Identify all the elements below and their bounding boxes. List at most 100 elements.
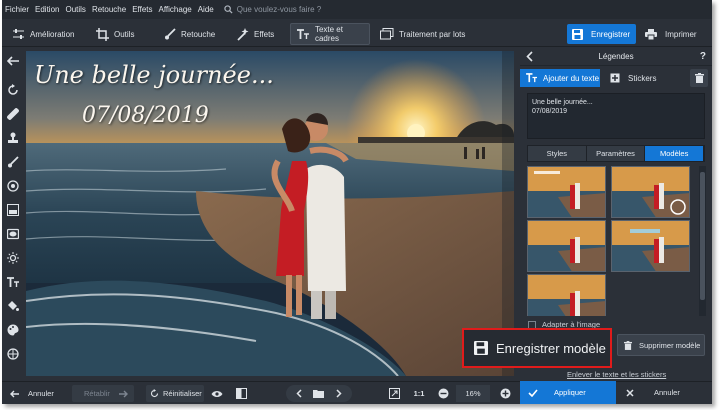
template-thumbnail[interactable] [611, 220, 690, 272]
folder-icon[interactable] [313, 389, 325, 398]
left-tool-strip [2, 48, 24, 378]
undo-label: Annuler [28, 389, 54, 398]
gallery-scrollbar[interactable] [699, 166, 706, 316]
reset-button[interactable]: Réinitialiser [146, 385, 204, 402]
template-thumbnail[interactable] [527, 274, 606, 316]
delete-model-button[interactable]: Supprimer modèle [617, 334, 705, 356]
search-icon [224, 5, 233, 14]
rotate-icon[interactable] [5, 82, 21, 98]
batch-icon [380, 28, 394, 40]
back-arrow-icon[interactable] [5, 53, 21, 69]
tab-traitement-label: Traitement par lots [399, 29, 466, 39]
tab-outils[interactable]: Outils [90, 23, 152, 45]
template-thumbnail[interactable] [527, 166, 606, 218]
compass-icon[interactable] [5, 346, 21, 362]
tab-effets[interactable]: Effets [230, 23, 286, 45]
tab-amelioration[interactable]: Amélioration [6, 23, 84, 45]
crop-icon [96, 27, 109, 41]
photo-canvas[interactable]: Une belle journée... 07/08/2019 [26, 51, 514, 376]
search-input[interactable]: Que voulez-vous faire ? [224, 5, 321, 14]
menu-edition[interactable]: Edition [35, 5, 59, 14]
trash-icon [624, 340, 632, 350]
panel-header: Légendes ? [520, 48, 712, 66]
save-model-button[interactable]: Enregistrer modèle [462, 328, 612, 368]
compare-icon [235, 388, 247, 399]
tab-stickers-label: Stickers [628, 73, 657, 83]
preview-eye-button[interactable] [208, 385, 226, 402]
tab-texte-label: Texte et cadres [314, 25, 343, 43]
cancel-label: Annuler [654, 388, 680, 397]
sun-icon[interactable] [5, 250, 21, 266]
subtab-parametres[interactable]: Paramètres [587, 146, 646, 161]
zoom-out-button[interactable] [434, 385, 452, 402]
palette-icon[interactable] [5, 322, 21, 338]
brush-icon [165, 28, 176, 40]
compare-button[interactable] [232, 385, 250, 402]
magic-wand-icon [237, 27, 249, 41]
menu-aide[interactable]: Aide [198, 5, 214, 14]
template-thumbnail[interactable] [611, 166, 690, 218]
caption-line-2[interactable]: 07/08/2019 [82, 103, 209, 128]
target-icon[interactable] [5, 178, 21, 194]
brush-icon[interactable] [5, 154, 21, 170]
undo-icon [10, 390, 19, 397]
template-gallery [527, 166, 697, 316]
chevron-right-icon[interactable] [336, 389, 342, 398]
gradient-icon[interactable] [5, 202, 21, 218]
save-model-label: Enregistrer modèle [496, 340, 606, 356]
menu-effets[interactable]: Effets [132, 5, 152, 14]
zoom-in-button[interactable] [496, 385, 514, 402]
template-thumbnail[interactable] [527, 220, 606, 272]
bucket-icon[interactable] [5, 298, 21, 314]
eye-icon [211, 390, 223, 397]
tab-effets-label: Effets [254, 29, 275, 39]
actual-size-button[interactable]: 1:1 [410, 385, 428, 402]
menu-bar: Fichier Edition Outils Retouche Effets A… [2, 0, 712, 19]
save-button-label: Enregistrer [591, 29, 631, 39]
beach-couple-photo [26, 51, 514, 376]
image-navigation [286, 385, 352, 402]
bandage-icon[interactable] [5, 106, 21, 122]
caption-text-field[interactable]: Une belle journée... 07/08/2019 [527, 93, 705, 139]
toolbar: Amélioration Outils Retouche Effets Text… [2, 21, 712, 47]
help-icon[interactable]: ? [700, 51, 706, 62]
fit-to-screen-button[interactable] [385, 385, 403, 402]
tab-add-text[interactable]: Ajouter du texte [520, 69, 600, 87]
subtab-styles[interactable]: Styles [528, 146, 587, 161]
redo-button[interactable]: Rétablir [72, 385, 134, 402]
printer-icon [645, 28, 657, 40]
reset-icon [150, 389, 159, 398]
vignette-icon[interactable] [5, 226, 21, 242]
tab-stickers[interactable]: Stickers [604, 69, 674, 87]
undo-button[interactable]: Annuler [6, 385, 66, 402]
zoom-level[interactable]: 16% [456, 385, 490, 402]
stamp-icon[interactable] [5, 130, 21, 146]
chevron-left-icon[interactable] [526, 51, 533, 62]
menu-fichier[interactable]: Fichier [5, 5, 29, 14]
tab-retouche-label: Retouche [181, 29, 216, 39]
tab-traitement-par-lots[interactable]: Traitement par lots [374, 23, 466, 45]
add-sticker-icon [610, 73, 620, 83]
cancel-button[interactable]: Annuler [618, 381, 712, 404]
subtab-modeles[interactable]: Modèles [645, 146, 705, 161]
print-button[interactable]: Imprimer [640, 24, 709, 44]
caption-line-1[interactable]: Une belle journée... [34, 61, 274, 89]
tab-texte-et-cadres[interactable]: Texte et cadres [290, 23, 370, 45]
text-icon[interactable] [5, 274, 21, 290]
delete-text-button[interactable] [690, 69, 708, 87]
floppy-disk-icon [474, 341, 488, 355]
chevron-left-icon[interactable] [296, 389, 302, 398]
menu-affichage[interactable]: Affichage [159, 5, 192, 14]
remove-text-and-stickers-link[interactable]: Enlever le texte et les stickers [567, 370, 666, 379]
floppy-disk-icon [572, 28, 583, 40]
trash-icon [694, 73, 704, 83]
fit-screen-icon [388, 388, 400, 399]
plus-circle-icon [500, 388, 510, 399]
save-button[interactable]: Enregistrer [567, 24, 636, 44]
scrollbar-thumb[interactable] [700, 172, 705, 300]
apply-button[interactable]: Appliquer [520, 381, 616, 404]
menu-outils[interactable]: Outils [65, 5, 85, 14]
menu-retouche[interactable]: Retouche [92, 5, 126, 14]
caption-text-line-2: 07/08/2019 [532, 108, 568, 115]
tab-retouche[interactable]: Retouche [158, 23, 224, 45]
